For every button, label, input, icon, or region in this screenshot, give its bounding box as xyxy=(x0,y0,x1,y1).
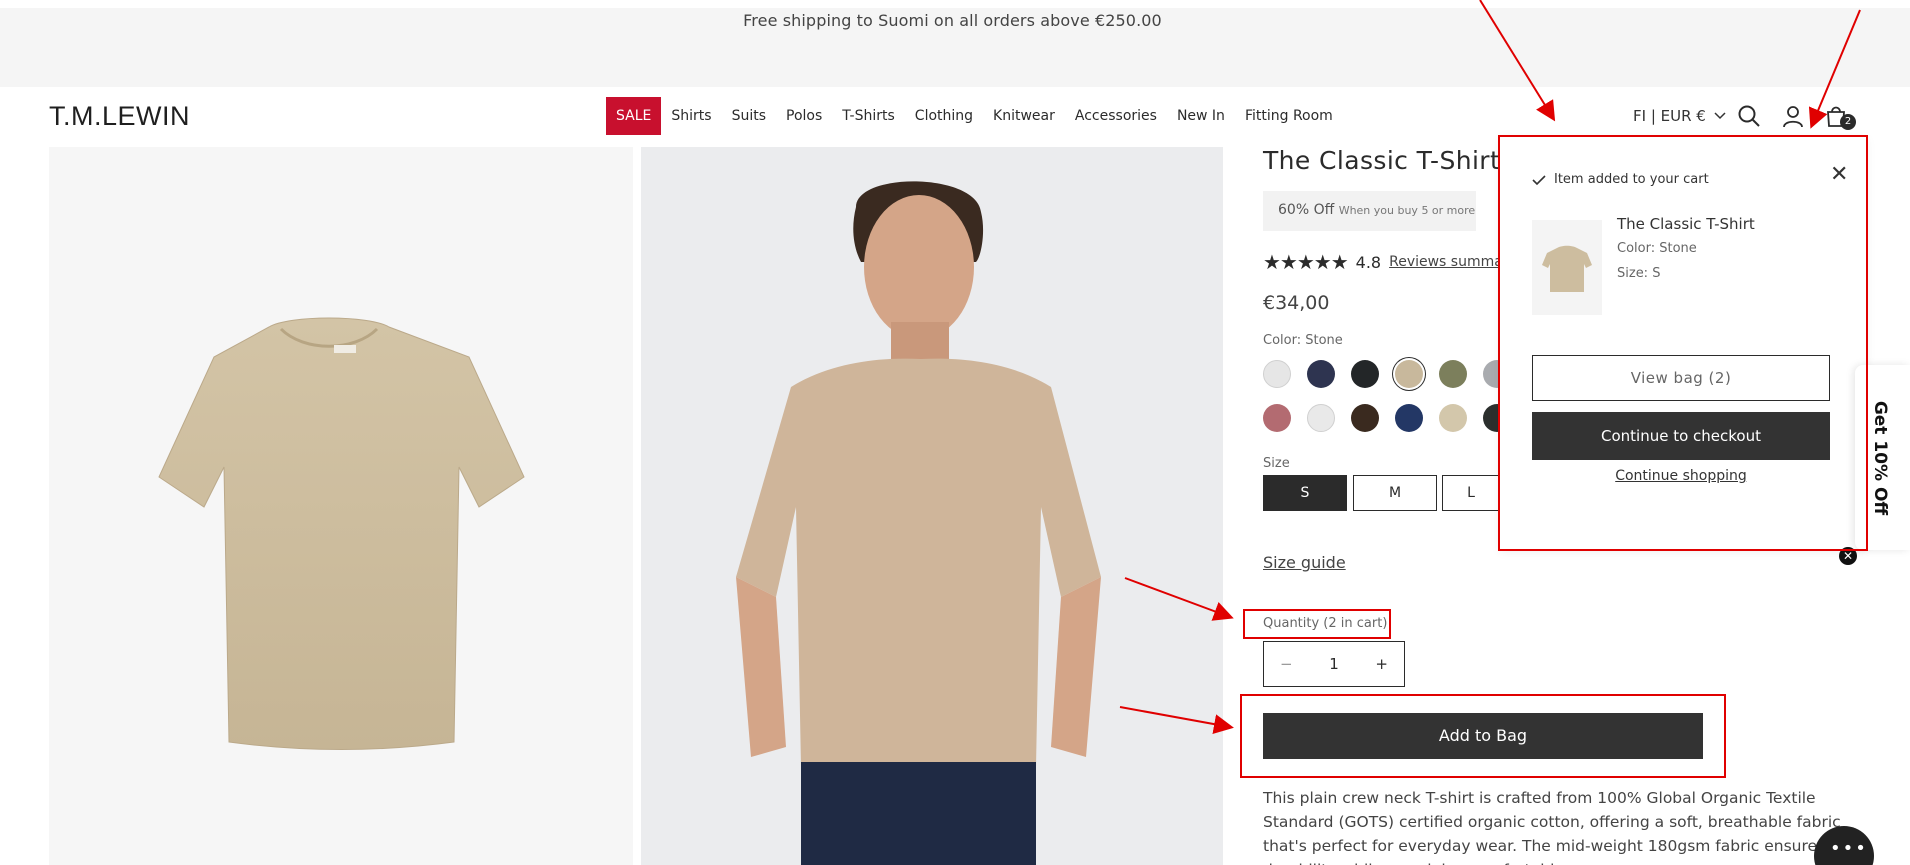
size-option-l[interactable]: L xyxy=(1442,475,1499,511)
product-title: The Classic T-Shirt xyxy=(1263,146,1501,175)
nav-item-fitting-room[interactable]: Fitting Room xyxy=(1245,108,1333,124)
size-option-m[interactable]: M xyxy=(1353,475,1437,511)
announcement-bar: Free shipping to Suomi on all orders abo… xyxy=(0,8,1910,87)
logo[interactable]: T.M.LEWIN xyxy=(49,101,190,132)
color-swatch[interactable] xyxy=(1263,404,1291,432)
chat-icon: ••• xyxy=(1830,838,1868,859)
color-swatch[interactable] xyxy=(1395,404,1423,432)
announcement-text: Free shipping to Suomi on all orders abo… xyxy=(743,11,1162,30)
nav-item-sale[interactable]: SALE xyxy=(606,97,662,135)
color-swatch[interactable] xyxy=(1351,360,1379,388)
product-price: €34,00 xyxy=(1263,292,1330,314)
color-swatch[interactable] xyxy=(1439,360,1467,388)
nav-item-t-shirts[interactable]: T-Shirts xyxy=(842,108,895,124)
nav-item-clothing[interactable]: Clothing xyxy=(915,108,973,124)
chevron-down-icon xyxy=(1714,112,1726,120)
promo-sub: When you buy 5 or more xyxy=(1338,204,1476,217)
color-swatch[interactable] xyxy=(1307,360,1335,388)
discount-tab-label[interactable]: Get 10% Off xyxy=(1870,401,1890,515)
nav-item-polos[interactable]: Polos xyxy=(786,108,822,124)
main-nav: SALE Shirts Suits Polos T-Shirts Clothin… xyxy=(606,97,1353,135)
quantity-minus-button[interactable]: − xyxy=(1280,655,1293,673)
nav-item-shirts[interactable]: Shirts xyxy=(671,108,711,124)
quantity-plus-button[interactable]: + xyxy=(1375,655,1388,673)
cart-count-badge: 2 xyxy=(1840,114,1856,130)
account-icon[interactable] xyxy=(1780,103,1806,129)
promo-badge: 60% Off When you buy 5 or more xyxy=(1263,191,1476,231)
currency-label: FI | EUR € xyxy=(1633,107,1706,125)
nav-item-suits[interactable]: Suits xyxy=(732,108,766,124)
size-label: Size xyxy=(1263,456,1290,471)
product-description: This plain crew neck T-shirt is crafted … xyxy=(1263,789,1841,865)
color-swatch[interactable] xyxy=(1395,360,1423,388)
product-image-flat[interactable] xyxy=(49,147,633,865)
color-swatch[interactable] xyxy=(1263,360,1291,388)
quantity-stepper: − 1 + xyxy=(1263,641,1405,687)
annotation-box-quantity xyxy=(1243,609,1391,639)
nav-item-new-in[interactable]: New In xyxy=(1177,108,1225,124)
model-photo xyxy=(641,147,1223,865)
annotation-box-add-to-bag xyxy=(1240,694,1726,778)
color-swatch[interactable] xyxy=(1439,404,1467,432)
nav-item-accessories[interactable]: Accessories xyxy=(1075,108,1157,124)
color-label: Color: Stone xyxy=(1263,333,1343,348)
size-guide-link[interactable]: Size guide xyxy=(1263,553,1346,572)
top-strip xyxy=(0,0,1910,8)
annotation-box-cart-popup xyxy=(1498,135,1868,551)
color-swatch[interactable] xyxy=(1351,404,1379,432)
quantity-value[interactable]: 1 xyxy=(1329,655,1339,673)
promo-main: 60% Off xyxy=(1278,202,1335,218)
tshirt-flat-image xyxy=(158,317,525,750)
nav-item-knitwear[interactable]: Knitwear xyxy=(993,108,1055,124)
rating-value: 4.8 xyxy=(1355,252,1382,272)
search-icon[interactable] xyxy=(1736,103,1762,129)
color-swatch[interactable] xyxy=(1307,404,1335,432)
currency-selector[interactable]: FI | EUR € xyxy=(1633,107,1726,125)
rating-row: ★★★★★ 4.8 Reviews summary xyxy=(1263,250,1517,274)
size-option-s[interactable]: S xyxy=(1263,475,1347,511)
product-image-model[interactable] xyxy=(641,147,1223,865)
stars-icon: ★★★★★ xyxy=(1263,250,1349,274)
